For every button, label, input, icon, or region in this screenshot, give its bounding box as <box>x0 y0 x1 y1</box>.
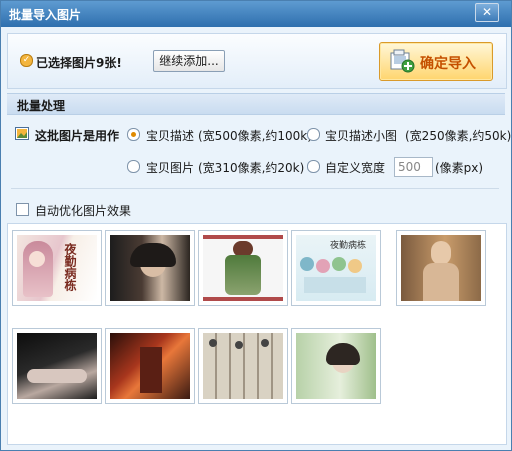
thumbnail-2[interactable] <box>105 230 195 306</box>
add-more-label: 继续添加... <box>159 54 219 68</box>
selected-count-text: 已选择图片9张! <box>36 56 122 70</box>
thumbnail-image <box>110 333 190 399</box>
thumbnail-image <box>401 235 481 301</box>
thumbnail-image: 夜勤病栋 <box>296 235 376 301</box>
radio-description-small[interactable] <box>307 128 320 141</box>
thumbnail-image <box>203 333 283 399</box>
batch-section-title: 批量处理 <box>17 99 66 113</box>
radio-description[interactable] <box>127 128 140 141</box>
divider <box>11 188 499 189</box>
thumbnail-image <box>110 235 190 301</box>
picture-icon <box>15 127 29 140</box>
thumbnail-4[interactable]: 夜勤病栋 <box>291 230 381 306</box>
option-description-small-hint: (宽250像素,约50k) <box>405 129 512 143</box>
usage-label: 这批图片是用作 <box>35 129 120 143</box>
thumbnail-grid: 夜勤病栋 夜勤病栋 <box>7 223 507 445</box>
window-title: 批量导入图片 <box>9 8 82 22</box>
thumbnail-8[interactable] <box>198 328 288 404</box>
thumbnail-image: 夜勤病栋 <box>17 235 97 301</box>
radio-custom-width[interactable] <box>307 160 320 173</box>
add-more-button[interactable]: 继续添加... <box>153 50 225 72</box>
option-product-image-hint: (宽310像素,约20k) <box>198 161 305 175</box>
title-bar[interactable]: 批量导入图片 ✕ <box>1 1 511 27</box>
auto-optimize-label: 自动优化图片效果 <box>35 204 132 218</box>
thumbnail-caption: 夜勤病栋 <box>63 243 77 291</box>
option-description-small-label: 宝贝描述小图 <box>325 129 398 143</box>
thumbnail-1[interactable]: 夜勤病栋 <box>12 230 102 306</box>
radio-product-image[interactable] <box>127 160 140 173</box>
batch-section-header: 批量处理 <box>7 93 505 115</box>
thumbnail-image <box>203 235 283 301</box>
import-dialog: 批量导入图片 ✕ ✓ 已选择图片9张! 继续添加... 确定导入 批量处理 这批… <box>0 0 512 451</box>
close-icon: ✕ <box>481 5 493 19</box>
option-description-label: 宝贝描述 <box>146 129 195 143</box>
thumbnail-6[interactable] <box>12 328 102 404</box>
option-description-hint: (宽500像素,约100k) <box>198 129 312 143</box>
confirm-import-label: 确定导入 <box>420 56 476 72</box>
auto-optimize-checkbox[interactable] <box>16 203 29 216</box>
thumbnail-3[interactable] <box>198 230 288 306</box>
close-button[interactable]: ✕ <box>475 3 499 22</box>
check-icon: ✓ <box>20 54 33 67</box>
import-icon <box>390 49 415 73</box>
thumbnail-image <box>17 333 97 399</box>
confirm-import-button[interactable]: 确定导入 <box>379 42 493 81</box>
thumbnail-7[interactable] <box>105 328 195 404</box>
thumbnail-5[interactable] <box>396 230 486 306</box>
option-custom-width-label: 自定义宽度 <box>325 161 386 175</box>
custom-width-input[interactable]: 500 <box>394 157 433 177</box>
thumbnail-image <box>296 333 376 399</box>
option-product-image-label: 宝贝图片 <box>146 161 195 175</box>
thumbnail-caption: 夜勤病栋 <box>330 241 367 251</box>
thumbnail-9[interactable] <box>291 328 381 404</box>
custom-width-unit: (像素px) <box>435 161 484 175</box>
